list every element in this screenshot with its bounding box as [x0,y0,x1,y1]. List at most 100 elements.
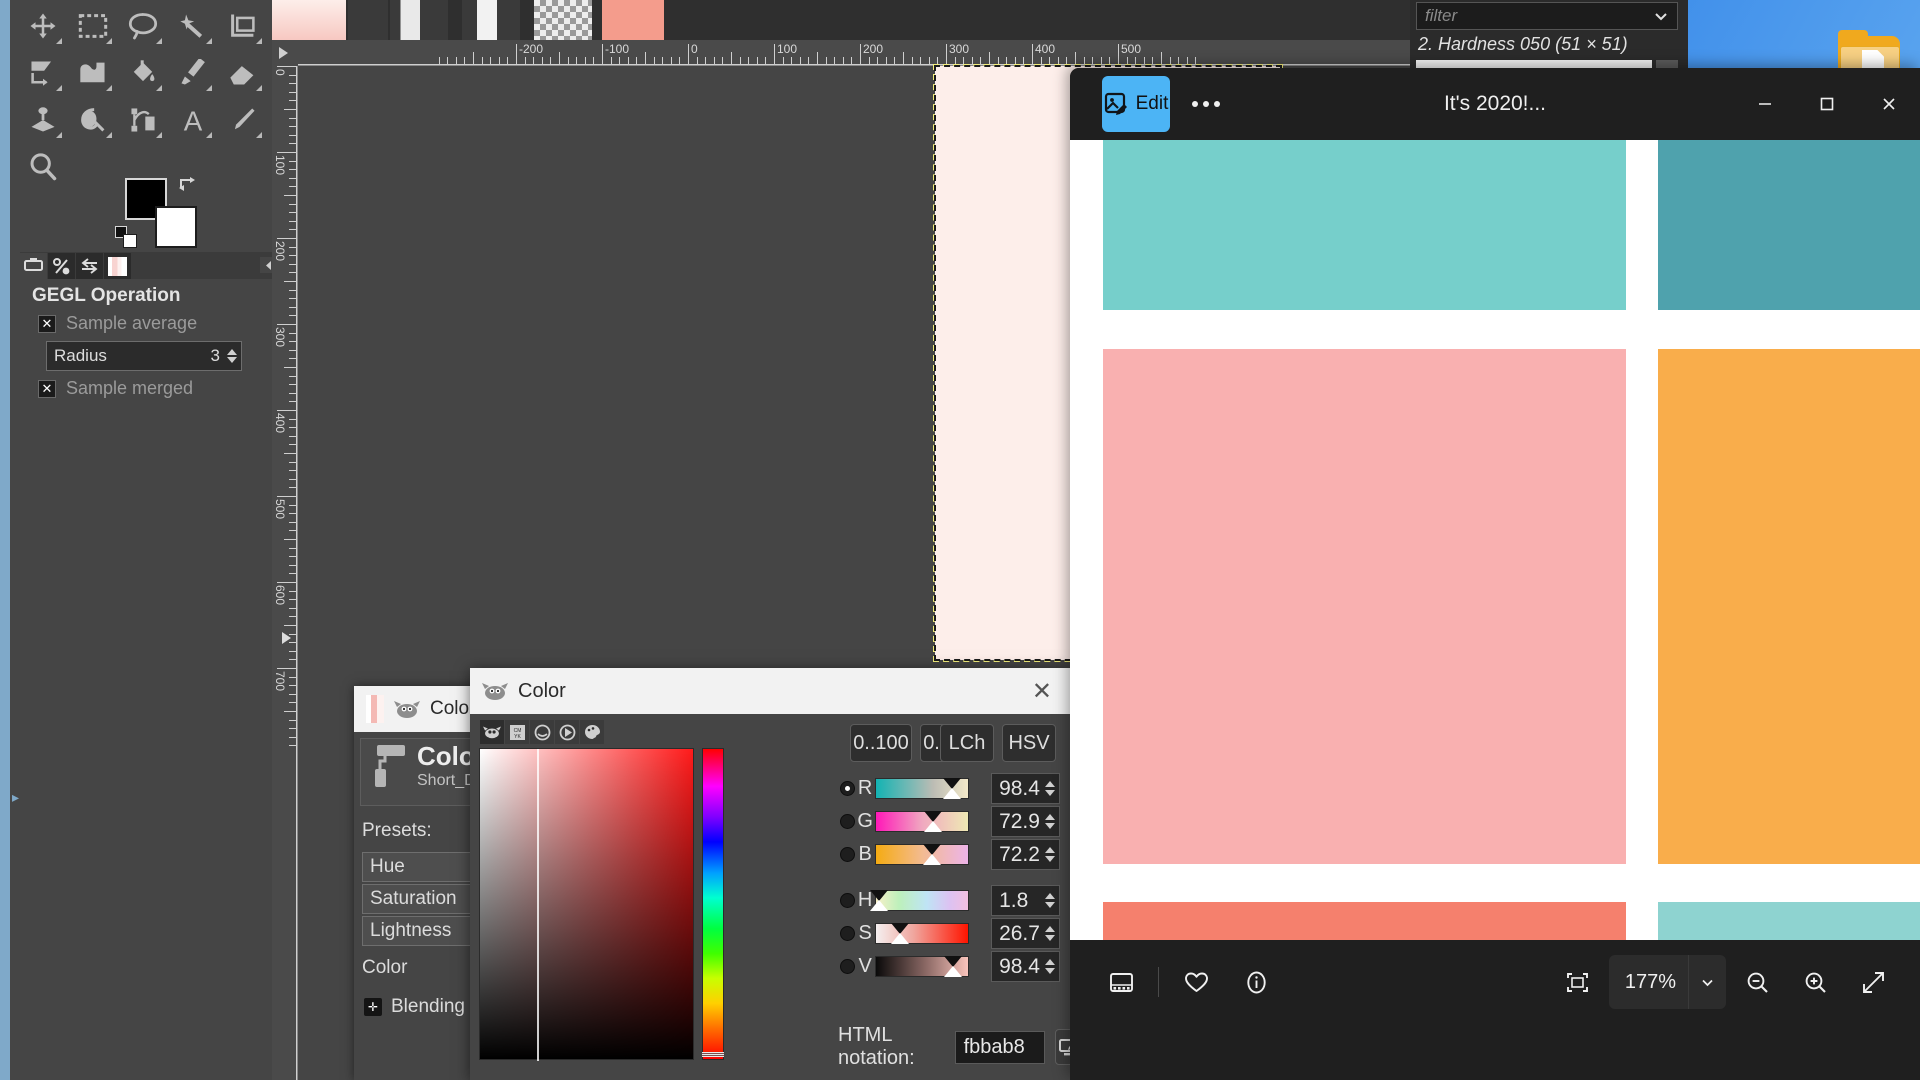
swap-colors-icon[interactable] [178,174,200,194]
channel-value-r[interactable]: 98.4 [991,773,1060,804]
lch-button[interactable]: LCh [940,724,994,762]
channel-radio-g[interactable] [840,814,855,829]
slider-knob-bottom[interactable] [923,854,942,865]
sample-average-checkbox[interactable]: ✕ [38,314,56,333]
channel-slider-h[interactable] [870,890,970,911]
slider-knob-bottom[interactable] [924,821,943,832]
channel-value-g[interactable]: 72.9 [991,806,1060,837]
fullscreen-button[interactable] [1846,955,1900,1009]
saturation-value-area[interactable] [479,748,694,1061]
increment-icon[interactable] [1045,847,1055,853]
smudge-tool[interactable] [68,96,118,143]
transform-tool[interactable] [18,49,68,96]
dock-resize-handle[interactable]: ▸ [12,790,19,806]
channel-stepper[interactable] [1044,926,1059,941]
channel-radio-r[interactable] [840,781,855,796]
clone-tool[interactable] [18,96,68,143]
brush-thumb-3[interactable] [390,0,448,40]
channel-radio-v[interactable] [840,959,855,974]
brush-thumb-1[interactable] [272,0,346,40]
decrement-icon[interactable] [1045,902,1055,908]
sample-average-option[interactable]: ✕ Sample average [20,311,282,336]
vertical-ruler[interactable]: 0 100 200 300 400 500 600 700 [272,66,298,1080]
triangle-tab[interactable] [555,720,579,744]
html-notation-input[interactable]: fbbab8 [954,1030,1045,1064]
channel-stepper[interactable] [1044,893,1059,908]
color-picker-tool[interactable] [218,96,268,143]
brush-thumb-5[interactable] [534,0,592,40]
slider-knob-bottom[interactable] [870,900,888,911]
channel-stepper[interactable] [1044,959,1059,974]
color-dialog-titlebar[interactable]: Color ✕ [470,668,1070,714]
hue-strip[interactable] [702,748,724,1060]
channel-stepper[interactable] [1044,781,1059,796]
zoom-in-button[interactable] [1788,955,1842,1009]
channel-slider-s[interactable] [875,923,970,944]
scale-0-100-button[interactable]: 0..100 [850,724,912,762]
paintbrush-tool[interactable] [168,49,218,96]
channel-value-s[interactable]: 26.7 [991,918,1060,949]
brush-thumb-2[interactable] [348,0,388,40]
overflow-menu-button[interactable] [1180,76,1232,132]
info-button[interactable] [1229,955,1283,1009]
paths-tool[interactable] [118,96,168,143]
increment-icon[interactable] [1045,814,1055,820]
gradients-tab[interactable] [104,253,131,279]
increment-icon[interactable] [1045,781,1055,787]
slider-knob-bottom[interactable] [891,933,910,944]
channel-radio-b[interactable] [840,847,855,862]
zoom-dropdown-button[interactable] [1688,955,1726,1009]
filmstrip-button[interactable] [1094,955,1148,1009]
photos-image-viewport[interactable] [1070,140,1920,940]
channel-slider-g[interactable] [875,811,970,832]
eraser-tool[interactable] [218,49,268,96]
watercolor-tab[interactable] [530,720,554,744]
brush-thumb-6[interactable] [602,0,664,40]
favorite-button[interactable] [1169,955,1223,1009]
bucket-fill-tool[interactable] [118,49,168,96]
fit-to-window-button[interactable] [1551,955,1605,1009]
zoom-out-button[interactable] [1730,955,1784,1009]
warp-transform-tool[interactable] [68,49,118,96]
maximize-button[interactable] [1796,68,1858,140]
edit-button[interactable]: Edit [1102,76,1170,132]
free-select-tool[interactable] [118,2,168,49]
channel-radio-h[interactable] [840,893,855,908]
overflow-menu-button-2[interactable] [1606,76,1658,132]
radius-stepper[interactable] [225,349,241,363]
channel-slider-v[interactable] [875,956,970,977]
reset-colors-icon[interactable] [115,226,141,250]
gimp-palette-tab[interactable] [480,720,504,744]
close-button[interactable] [1858,68,1920,140]
palette-tab[interactable] [580,720,604,744]
device-status-tab[interactable] [48,253,75,279]
channel-value-v[interactable]: 98.4 [991,951,1060,982]
brush-thumb-4[interactable] [462,0,520,40]
decrement-icon[interactable] [1045,935,1055,941]
increment-icon[interactable] [1045,893,1055,899]
channel-stepper[interactable] [1044,814,1059,829]
minimize-button[interactable] [1734,68,1796,140]
decrement-icon[interactable] [1045,790,1055,796]
ruler-origin-corner[interactable] [272,40,298,66]
move-tool[interactable] [18,2,68,49]
crop-tool[interactable] [218,2,268,49]
hsv-button[interactable]: HSV [1002,724,1056,762]
cmyk-tab[interactable]: CM YK [505,720,529,744]
channel-value-b[interactable]: 72.2 [991,839,1060,870]
slider-knob-bottom[interactable] [942,788,961,799]
channel-value-h[interactable]: 1.8 [991,885,1060,916]
brush-filter-input[interactable]: filter [1416,2,1678,30]
decrement-icon[interactable] [1045,968,1055,974]
expand-icon[interactable]: ✛ [364,998,382,1016]
horizontal-ruler[interactable]: -200 -100 0 100 200 300 400 500 [298,40,1410,66]
radius-decrement-icon[interactable] [226,357,237,363]
undo-history-tab[interactable] [76,253,103,279]
decrement-icon[interactable] [1045,823,1055,829]
channel-stepper[interactable] [1044,847,1059,862]
text-tool[interactable]: A [168,96,218,143]
zoom-tool[interactable] [18,143,68,190]
decrement-icon[interactable] [1045,856,1055,862]
rectangle-select-tool[interactable] [68,2,118,49]
chevron-down-icon[interactable] [1653,8,1669,24]
